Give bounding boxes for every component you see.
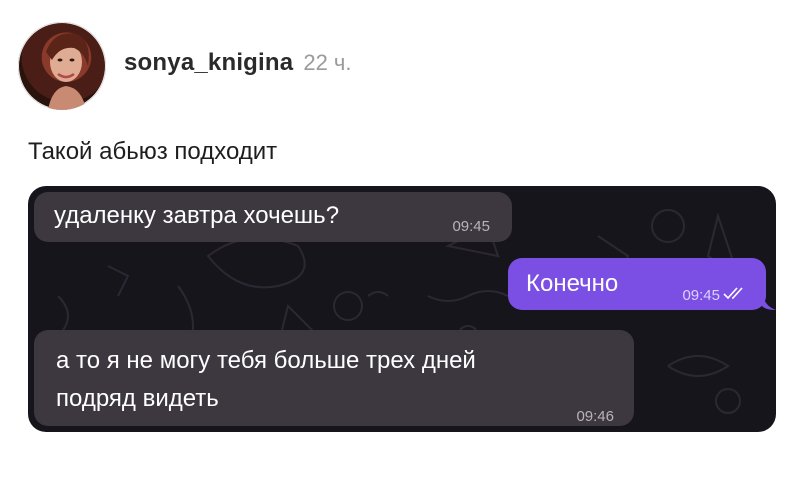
message-text: Конечно <box>526 270 619 297</box>
message-bubble-incoming[interactable]: удаленку завтра хочешь? 09:45 <box>34 192 512 242</box>
bubble-tail <box>762 292 776 310</box>
post-time: 22 ч. <box>303 50 352 75</box>
message-text: удаленку завтра хочешь? <box>54 202 340 229</box>
avatar-photo <box>46 33 89 110</box>
message-text-line: подряд видеть <box>56 385 219 412</box>
post-header: sonya_knigina 22 ч. <box>18 20 352 112</box>
post-caption: Такой абьюз подходит <box>28 138 278 165</box>
username-link[interactable]: sonya_knigina <box>124 49 293 77</box>
avatar[interactable] <box>18 22 106 110</box>
message-time: 09:46 <box>576 408 614 425</box>
message-time: 09:45 <box>682 287 720 304</box>
double-check-icon <box>723 287 743 300</box>
chat-screenshot: удаленку завтра хочешь? 09:45 Конечно 09… <box>28 186 776 432</box>
message-time: 09:45 <box>452 218 490 235</box>
message-bubble-outgoing[interactable]: Конечно 09:45 <box>508 258 766 310</box>
message-bubble-incoming[interactable]: а то я не могу тебя больше трех дней под… <box>34 330 634 426</box>
author-line: sonya_knigina 22 ч. <box>124 49 352 77</box>
message-text-line: а то я не могу тебя больше трех дней <box>56 347 476 374</box>
